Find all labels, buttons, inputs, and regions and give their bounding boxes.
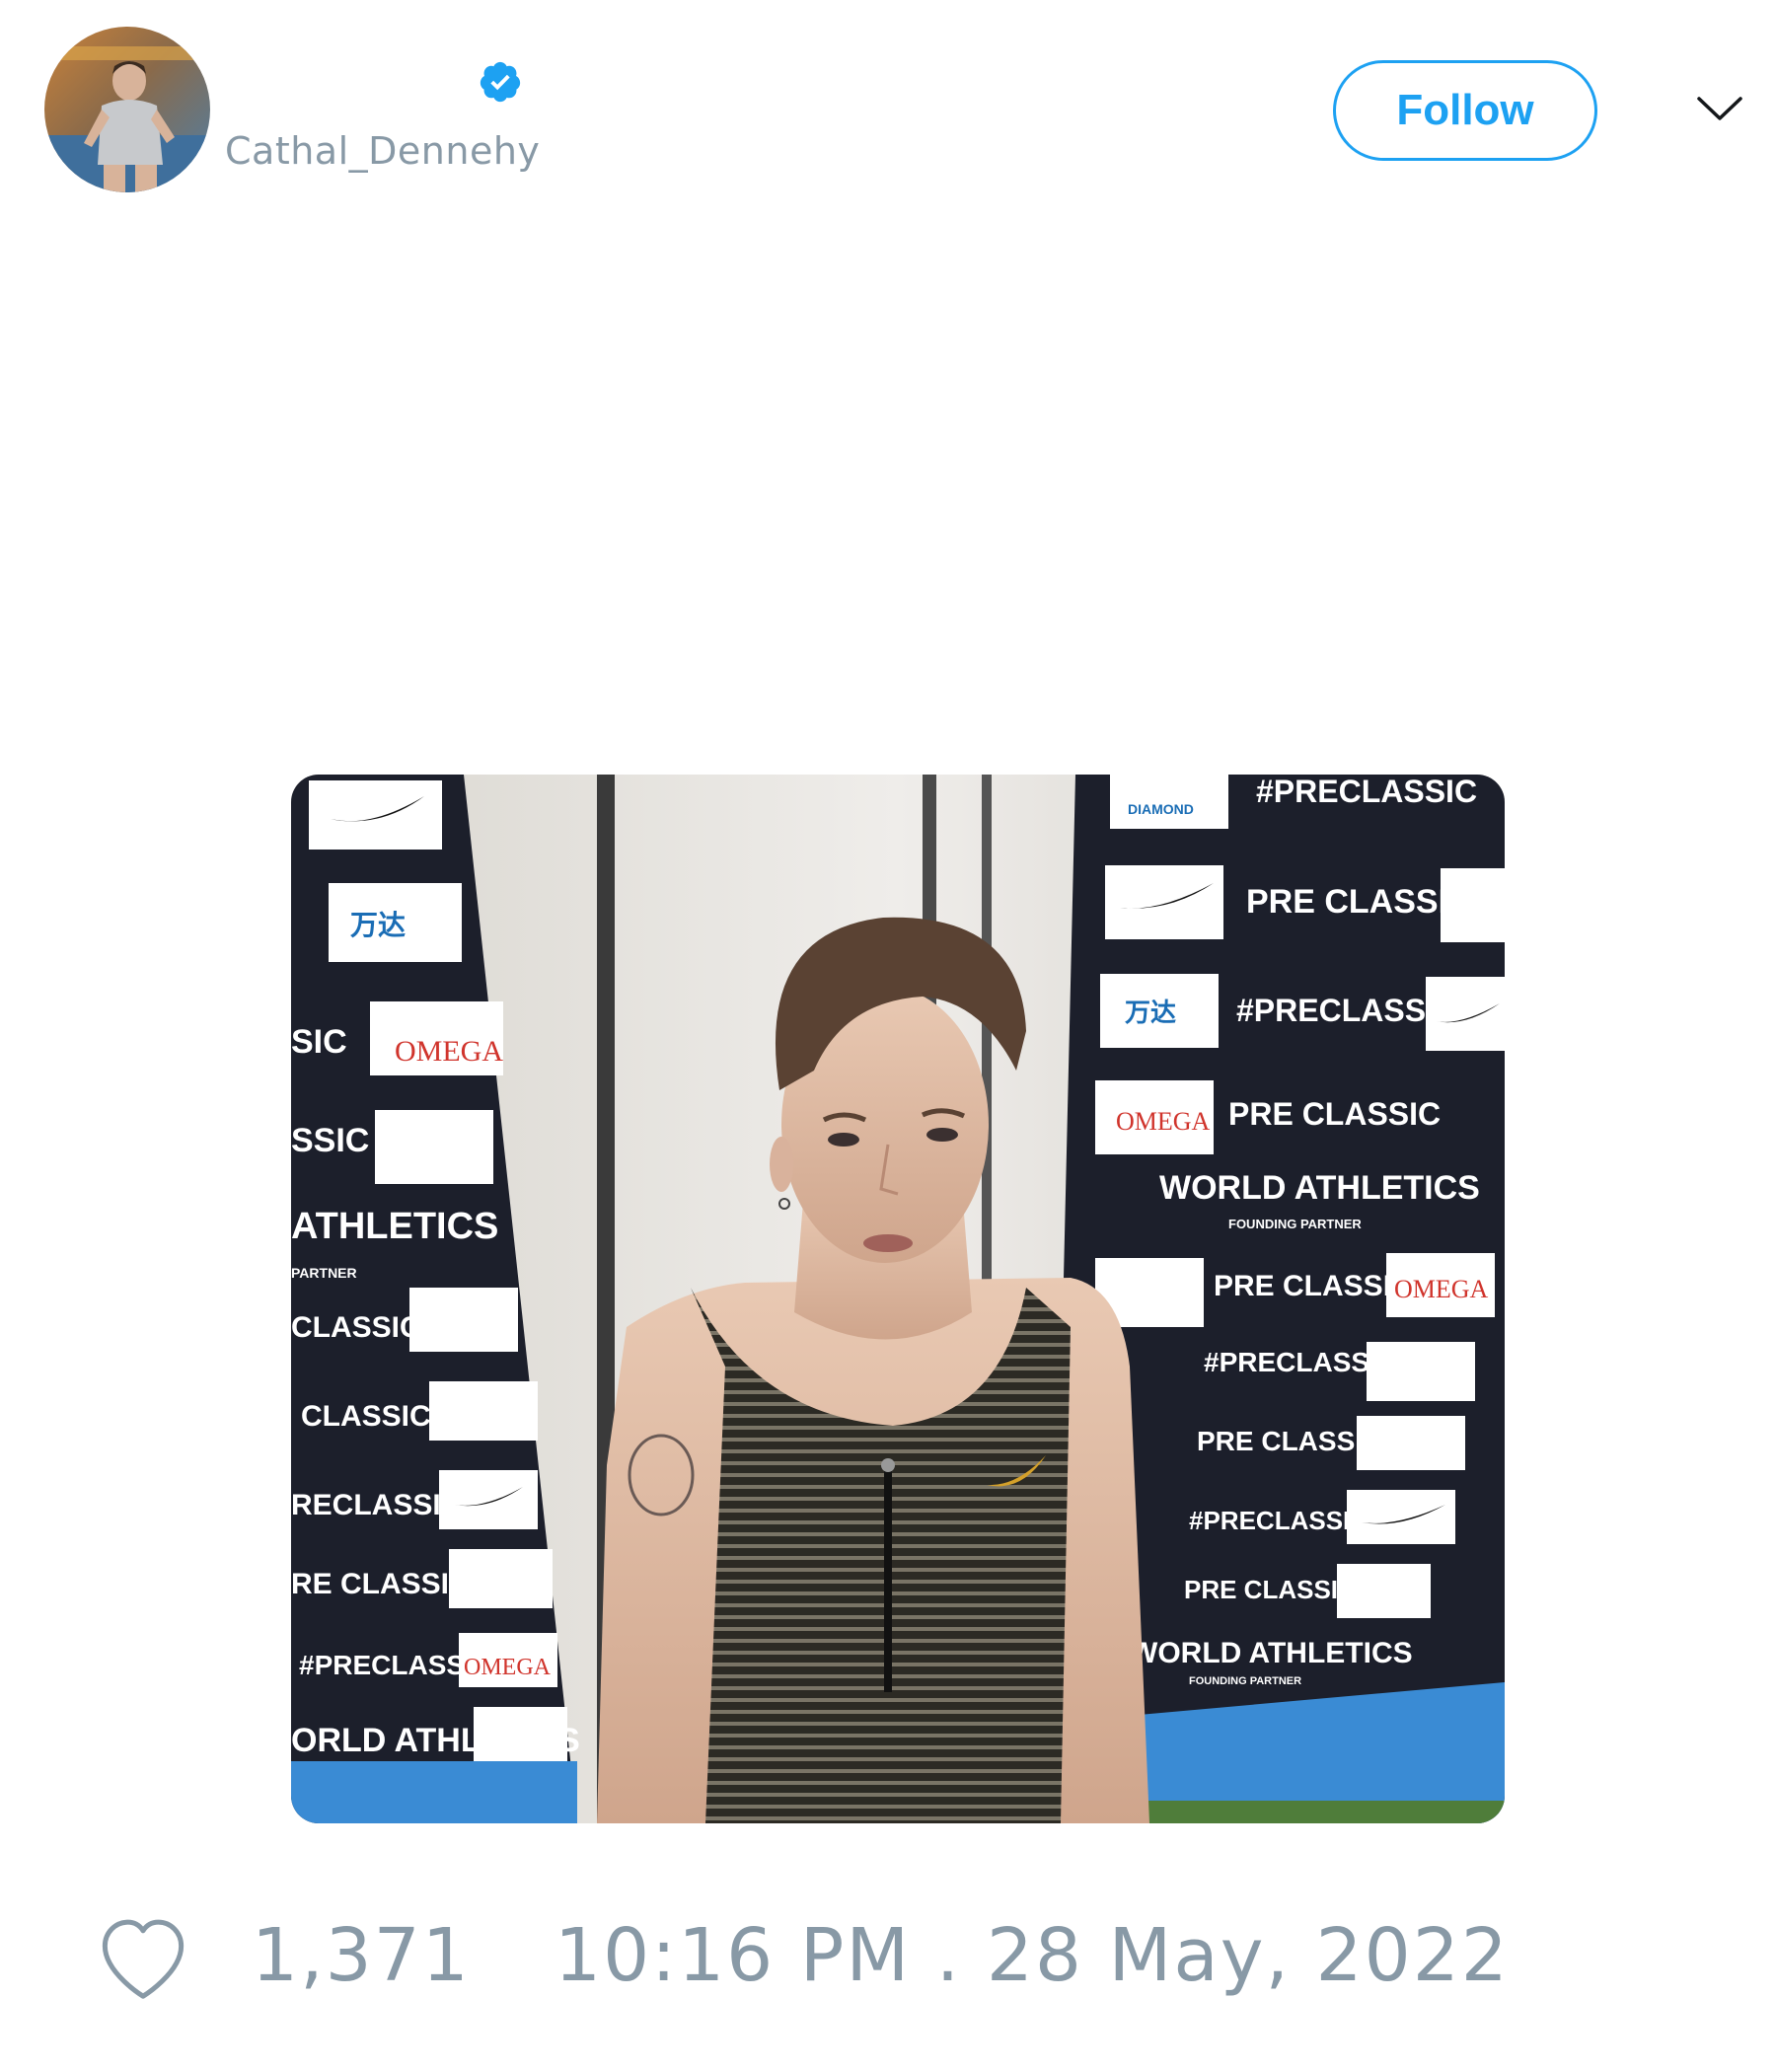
svg-text:OMEGA: OMEGA [1116,1107,1211,1136]
svg-text:FOUNDING PARTNER: FOUNDING PARTNER [1189,1675,1301,1687]
svg-text:万达: 万达 [350,910,406,940]
svg-text:RECLASSIC: RECLASSIC [291,1489,462,1521]
svg-text:DIAMOND: DIAMOND [1128,801,1194,817]
svg-text:SSIC: SSIC [291,1122,369,1159]
tweet-media-photo[interactable]: SIC SSIC ATHLETICS PARTNER CLASSIC CLASS… [291,775,1505,1823]
avatar-image [44,27,210,192]
heart-icon[interactable] [89,1904,197,2003]
svg-text:#PRECLASSIC: #PRECLASSIC [1204,1347,1397,1377]
svg-text:FOUNDING PARTNER: FOUNDING PARTNER [1228,1217,1362,1231]
svg-text:#PRECLASSIC: #PRECLASSIC [1189,1506,1369,1535]
like-count: 1,371 [252,1913,471,1998]
display-name[interactable] [225,59,462,105]
svg-text:WORLD ATHLETICS: WORLD ATHLETICS [1130,1637,1413,1669]
chevron-down-icon[interactable] [1695,89,1744,128]
photo-illustration: SIC SSIC ATHLETICS PARTNER CLASSIC CLASS… [291,775,1505,1823]
svg-text:PARTNER: PARTNER [291,1265,357,1281]
svg-text:OMEGA: OMEGA [395,1035,503,1068]
svg-text:CLASSIC: CLASSIC [291,1311,421,1344]
svg-text:PRE CLASSIC: PRE CLASSIC [1214,1270,1413,1302]
svg-text:ATHLETICS: ATHLETICS [291,1206,498,1247]
svg-text:CLASSIC: CLASSIC [301,1400,431,1433]
svg-text:PRE CLASSIC: PRE CLASSIC [1197,1426,1382,1456]
svg-text:RE CLASSIC: RE CLASSIC [291,1568,471,1600]
tweet-timestamp[interactable]: 10:16 PM . 28 May, 2022 [555,1913,1510,1998]
svg-text:PRE CLASSIC: PRE CLASSIC [1184,1575,1357,1604]
svg-text:OMEGA: OMEGA [464,1655,552,1680]
user-handle[interactable]: Cathal_Dennehy [225,128,540,174]
verified-badge-icon [480,61,521,103]
svg-text:ORLD ATHLETICS: ORLD ATHLETICS [291,1722,580,1759]
svg-text:PRE CLASSIC: PRE CLASSIC [1246,883,1472,921]
svg-text:OMEGA: OMEGA [1394,1275,1489,1303]
svg-text:SIC: SIC [291,1023,347,1061]
avatar[interactable] [44,27,210,192]
svg-text:#PRECLASSIC: #PRECLASSIC [1256,775,1477,809]
follow-button[interactable]: Follow [1333,60,1597,161]
svg-text:#PRECLASSIC: #PRECLASSIC [1236,993,1457,1028]
svg-text:PRE CLASSIC: PRE CLASSIC [1228,1096,1441,1132]
svg-text:万达: 万达 [1125,998,1176,1027]
svg-text:WORLD ATHLETICS: WORLD ATHLETICS [1159,1169,1480,1207]
